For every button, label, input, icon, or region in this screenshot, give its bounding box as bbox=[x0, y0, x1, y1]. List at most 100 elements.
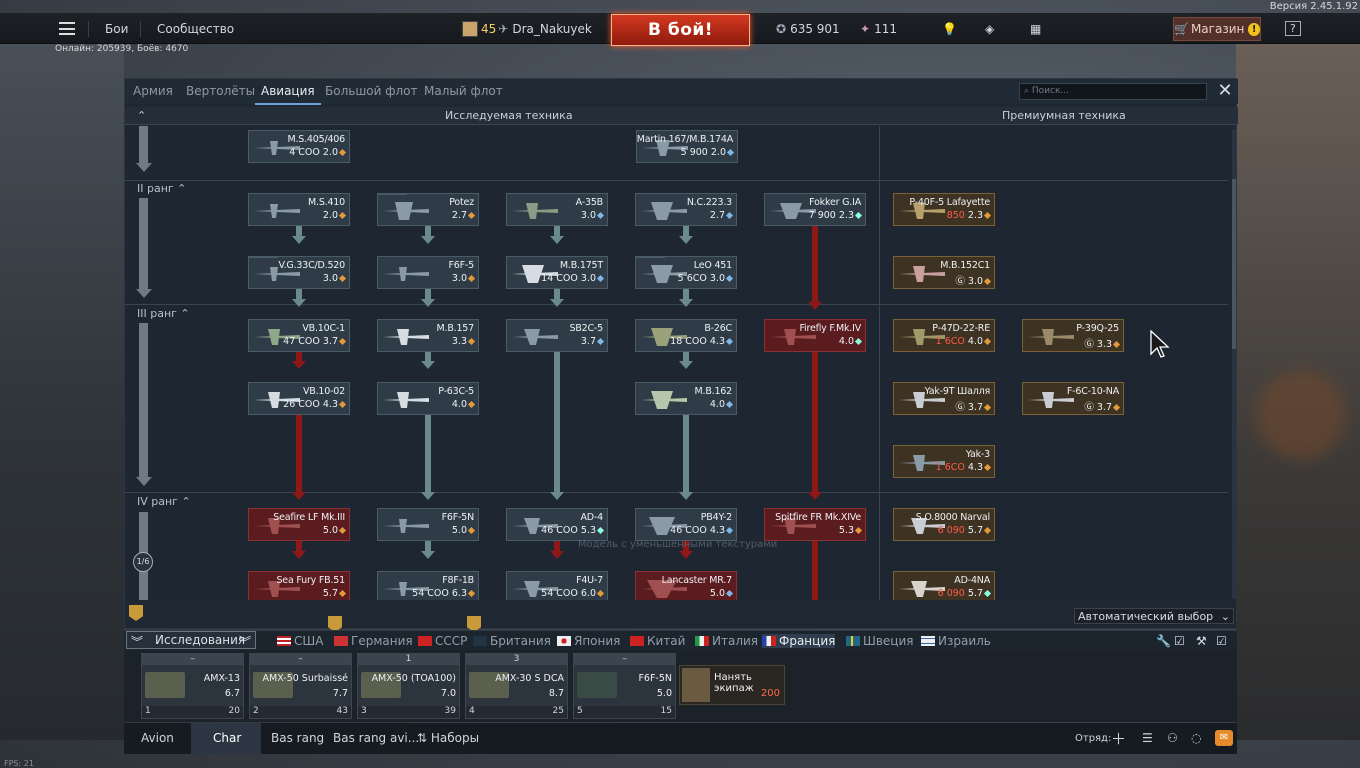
vehicle-card-yak3[interactable]: Yak-3 1 6СО 4.3 bbox=[893, 445, 995, 478]
preset-tab-char[interactable]: Char bbox=[213, 731, 241, 745]
list-icon[interactable]: ☰ bbox=[1142, 731, 1153, 745]
crew-slot[interactable]: 3 AMX-30 S DCA 8.7 4 25 bbox=[465, 653, 568, 719]
vehicle-card-vb10c[interactable]: VB.10C-1 47 СОО 3.7 bbox=[248, 319, 350, 352]
nation-ussr[interactable]: СССР bbox=[418, 634, 467, 648]
vehicle-card-f8f[interactable]: F8F-1B 54 СОО 6.3 bbox=[377, 571, 479, 600]
rank-label-3[interactable]: III ранг ⌃ bbox=[137, 307, 190, 320]
vehicle-card-yak9t[interactable]: Yak-9T Шалля Ⓖ 3.7 bbox=[893, 382, 995, 415]
nation-japan[interactable]: Япония bbox=[557, 634, 620, 648]
nation-usa[interactable]: США bbox=[277, 634, 323, 648]
mail-icon[interactable]: ✉ bbox=[1215, 730, 1233, 746]
vehicle-card-fokker[interactable]: Fokker G.IA 7 900 2.3 bbox=[764, 193, 866, 226]
tree-link-arrow bbox=[550, 492, 564, 500]
vehicle-card-martin167[interactable]: Martin 167/M.B.174A 5 900 2.0 bbox=[636, 130, 738, 163]
vehicle-card-mb162[interactable]: M.B.162 4.0 bbox=[635, 382, 737, 415]
contacts-icon[interactable]: ⚇ bbox=[1167, 731, 1178, 745]
shop-button[interactable]: 🛒 Магазин ! bbox=[1173, 17, 1261, 41]
vehicle-card-vb1002[interactable]: VB.10-02 26 СОО 4.3 bbox=[248, 382, 350, 415]
preset-tab-avion[interactable]: Avion bbox=[141, 731, 174, 745]
hire-crew-button[interactable]: Нанять экипаж 200 bbox=[679, 665, 785, 705]
scrollbar-thumb[interactable] bbox=[1232, 179, 1236, 349]
menu-battles[interactable]: Бои bbox=[105, 13, 128, 44]
tab-aviation[interactable]: Авиация bbox=[255, 84, 321, 105]
contracts-icon[interactable]: ◈ bbox=[985, 13, 994, 44]
vehicle-card-f6f5n[interactable]: F6F-5N 5.0 bbox=[377, 508, 479, 541]
vehicle-card-pb4y[interactable]: PB4Y-2 46 СОО 4.3 bbox=[635, 508, 737, 541]
close-icon[interactable]: ✕ bbox=[1217, 82, 1233, 100]
tab-bluewater-fleet[interactable]: Большой флот bbox=[325, 84, 418, 98]
vehicle-card-p40[interactable]: P-40F-5 Lafayette 850 2.3 bbox=[893, 193, 995, 226]
vehicle-card-spitfire[interactable]: Spitfire FR Mk.XIVe 5.3 bbox=[764, 508, 866, 541]
vehicle-card-f6c[interactable]: F-6C-10-NA Ⓖ 3.7 bbox=[1022, 382, 1124, 415]
vehicle-card-p47[interactable]: P-47D-22-RE 1 6СО 4.0 bbox=[893, 319, 995, 352]
vehicle-card-sb2c[interactable]: SB2C-5 3.7 bbox=[506, 319, 608, 352]
crew-slot[interactable]: – F6F-5N 5.0 5 15 bbox=[573, 653, 676, 719]
golden-eagles[interactable]: ✦ 111 bbox=[860, 13, 897, 44]
vehicle-card-mb175[interactable]: M.B.175T 14 СОО 3.0 bbox=[506, 256, 608, 289]
silver-lions[interactable]: ✪ 635 901 bbox=[776, 13, 840, 44]
rank-label-4[interactable]: IV ранг ⌃ bbox=[137, 495, 191, 508]
nation-sweden[interactable]: Швеция bbox=[846, 634, 913, 648]
add-squad-icon[interactable]: ＋ bbox=[1111, 728, 1126, 749]
coupon-icon[interactable]: ▦ bbox=[1030, 13, 1041, 44]
vehicle-card-nc223[interactable]: N.C.223.3 2.7 bbox=[635, 193, 737, 226]
player-profile[interactable]: 45 ✈ Dra_Nakuyek bbox=[462, 13, 592, 44]
repair-icon[interactable]: ⚒ bbox=[1196, 634, 1207, 648]
help-button[interactable]: ? bbox=[1285, 13, 1301, 44]
br-icon bbox=[467, 526, 476, 535]
vehicle-card-ad4na[interactable]: AD-4NA 6 090 5.7 bbox=[893, 571, 995, 600]
vehicle-card-so8000[interactable]: S.O.8000 Narval 6 090 5.7 bbox=[893, 508, 995, 541]
vehicle-card-ms405[interactable]: M.S.405/406 4 СОО 2.0 bbox=[248, 130, 350, 163]
tab-army[interactable]: Армия bbox=[133, 84, 173, 98]
checkmark-icon[interactable]: ☑ bbox=[1174, 634, 1185, 648]
preset-tab-bas-rang[interactable]: Bas rang bbox=[271, 731, 324, 745]
vehicle-card-firefly[interactable]: Firefly F.Mk.IV 4.0 bbox=[764, 319, 866, 352]
chat-icon[interactable]: ◌ bbox=[1191, 731, 1201, 745]
hamburger-menu-icon[interactable] bbox=[59, 22, 75, 35]
tab-helicopters[interactable]: Вертолёты bbox=[186, 84, 255, 98]
preset-tab-bas-rang-avi[interactable]: Bas rang avi... bbox=[333, 731, 419, 745]
nation-israel[interactable]: Израиль bbox=[921, 634, 991, 648]
search-input[interactable]: ⌕ Поиск... bbox=[1019, 83, 1207, 100]
nation-china[interactable]: Китай bbox=[630, 634, 685, 648]
vehicle-card-leo451[interactable]: LeO 451 5 6СО 3.0 bbox=[635, 256, 737, 289]
menu-community[interactable]: Сообщество bbox=[157, 13, 234, 44]
nation-britain[interactable]: Британия bbox=[473, 634, 551, 648]
vehicle-card-f6f5[interactable]: F6F-5 3.0 bbox=[377, 256, 479, 289]
tab-coastal-fleet[interactable]: Малый флот bbox=[424, 84, 503, 98]
collapse-all-icon[interactable]: ⌃ bbox=[137, 109, 146, 122]
auto-select-dropdown[interactable]: Автоматический выбор ⌄ bbox=[1074, 608, 1234, 624]
checkmark-icon[interactable]: ☑ bbox=[1216, 634, 1227, 648]
vehicle-name: P-40F-5 Lafayette bbox=[909, 197, 990, 208]
vehicle-card-seafury[interactable]: Sea Fury FB.51 5.7 bbox=[248, 571, 350, 600]
play-button[interactable]: В бой! bbox=[611, 14, 750, 46]
crew-slot[interactable]: 1 AMX-50 (TOA100) 7.0 3 39 bbox=[357, 653, 460, 719]
research-button[interactable]: ︾ Исследования ︾ bbox=[126, 631, 256, 649]
vehicle-card-a35b[interactable]: A-35B 3.0 bbox=[506, 193, 608, 226]
nation-germany[interactable]: Германия bbox=[334, 634, 413, 648]
vehicle-card-mb152[interactable]: M.B.152C1 Ⓖ 3.0 bbox=[893, 256, 995, 289]
vehicle-card-p39[interactable]: P-39Q-25 Ⓖ 3.3 bbox=[1022, 319, 1124, 352]
crew-slot[interactable]: – AMX-50 Surbaissé 7.7 2 43 bbox=[249, 653, 352, 719]
nation-italy[interactable]: Италия bbox=[695, 634, 758, 648]
double-chevron-icon: ︾ bbox=[238, 635, 251, 649]
tech-tree[interactable]: II ранг ⌃ III ранг ⌃ IV ранг ⌃ 1/6 M.S.4… bbox=[125, 126, 1228, 600]
vehicle-card-lancaster[interactable]: Lancaster MR.7 5.0 bbox=[635, 571, 737, 600]
vehicle-card-mb157[interactable]: M.B.157 3.3 bbox=[377, 319, 479, 352]
lightbulb-icon[interactable]: 💡 bbox=[942, 13, 957, 44]
vehicle-card-vg33[interactable]: V.G.33C/D.520 3.0 bbox=[248, 256, 350, 289]
vehicle-card-potez[interactable]: Potez 2.7 bbox=[377, 193, 479, 226]
vehicle-cost: 7 900 bbox=[808, 210, 836, 221]
vehicle-card-p63c[interactable]: P-63C-5 4.0 bbox=[377, 382, 479, 415]
vehicle-card-ad4[interactable]: AD-4 46 СОО 5.3 bbox=[506, 508, 608, 541]
crew-slot[interactable]: – AMX-13 6.7 1 20 bbox=[141, 653, 244, 719]
vehicle-card-ms410[interactable]: M.S.410 2.0 bbox=[248, 193, 350, 226]
presets-button[interactable]: ⇅ Наборы bbox=[417, 731, 479, 745]
vehicle-card-seafire[interactable]: Seafire LF Mk.III 5.0 bbox=[248, 508, 350, 541]
research-fraction-badge: 1/6 bbox=[133, 552, 153, 572]
rank-label-2[interactable]: II ранг ⌃ bbox=[137, 182, 186, 195]
nation-france[interactable]: Франция bbox=[762, 634, 836, 648]
wrench-icon[interactable]: 🔧 bbox=[1156, 634, 1171, 648]
vehicle-card-f4u7[interactable]: F4U-7 54 СОО 6.0 bbox=[506, 571, 608, 600]
vehicle-card-b26c[interactable]: B-26C 18 СОО 4.3 bbox=[635, 319, 737, 352]
